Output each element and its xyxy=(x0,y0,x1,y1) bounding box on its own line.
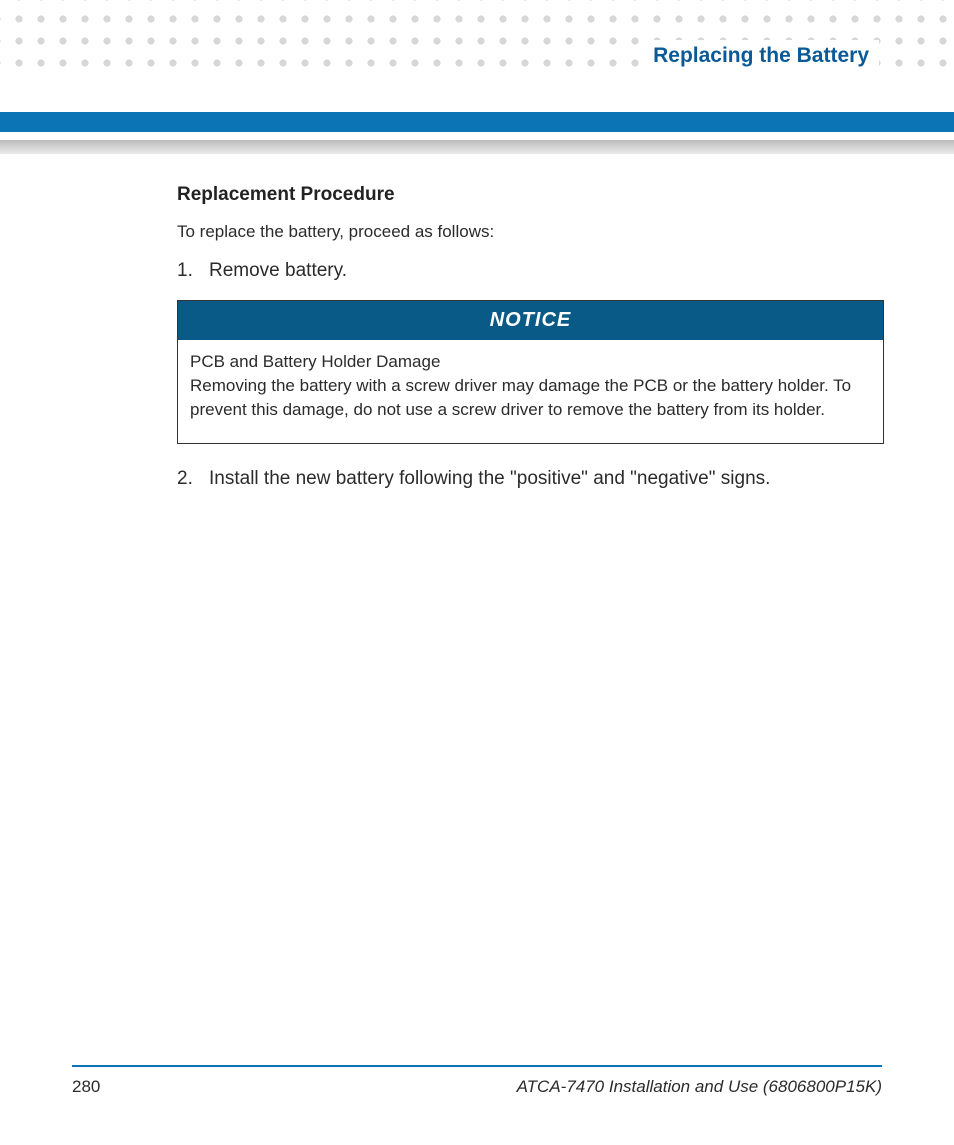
step-1: 1. Remove battery. xyxy=(177,260,884,282)
notice-text: Removing the battery with a screw driver… xyxy=(190,374,871,422)
header-gray-bar xyxy=(0,140,954,154)
notice-box: NOTICE PCB and Battery Holder Damage Rem… xyxy=(177,300,884,444)
main-content: Replacement Procedure To replace the bat… xyxy=(177,184,884,508)
page-number: 280 xyxy=(72,1077,100,1097)
notice-body: PCB and Battery Holder Damage Removing t… xyxy=(178,340,883,443)
step-2: 2. Install the new battery following the… xyxy=(177,468,884,490)
document-title: ATCA-7470 Installation and Use (6806800P… xyxy=(517,1077,882,1097)
step-number: 2. xyxy=(177,468,199,490)
intro-text: To replace the battery, proceed as follo… xyxy=(177,222,884,242)
section-heading: Replacement Procedure xyxy=(177,184,884,206)
step-text: Install the new battery following the "p… xyxy=(209,468,770,490)
step-text: Remove battery. xyxy=(209,260,347,282)
step-number: 1. xyxy=(177,260,199,282)
page-footer: 280 ATCA-7470 Installation and Use (6806… xyxy=(72,1065,882,1097)
notice-label: NOTICE xyxy=(178,301,883,340)
header-blue-bar xyxy=(0,112,954,132)
page-title: Replacing the Battery xyxy=(641,40,879,70)
notice-title: PCB and Battery Holder Damage xyxy=(190,350,871,374)
